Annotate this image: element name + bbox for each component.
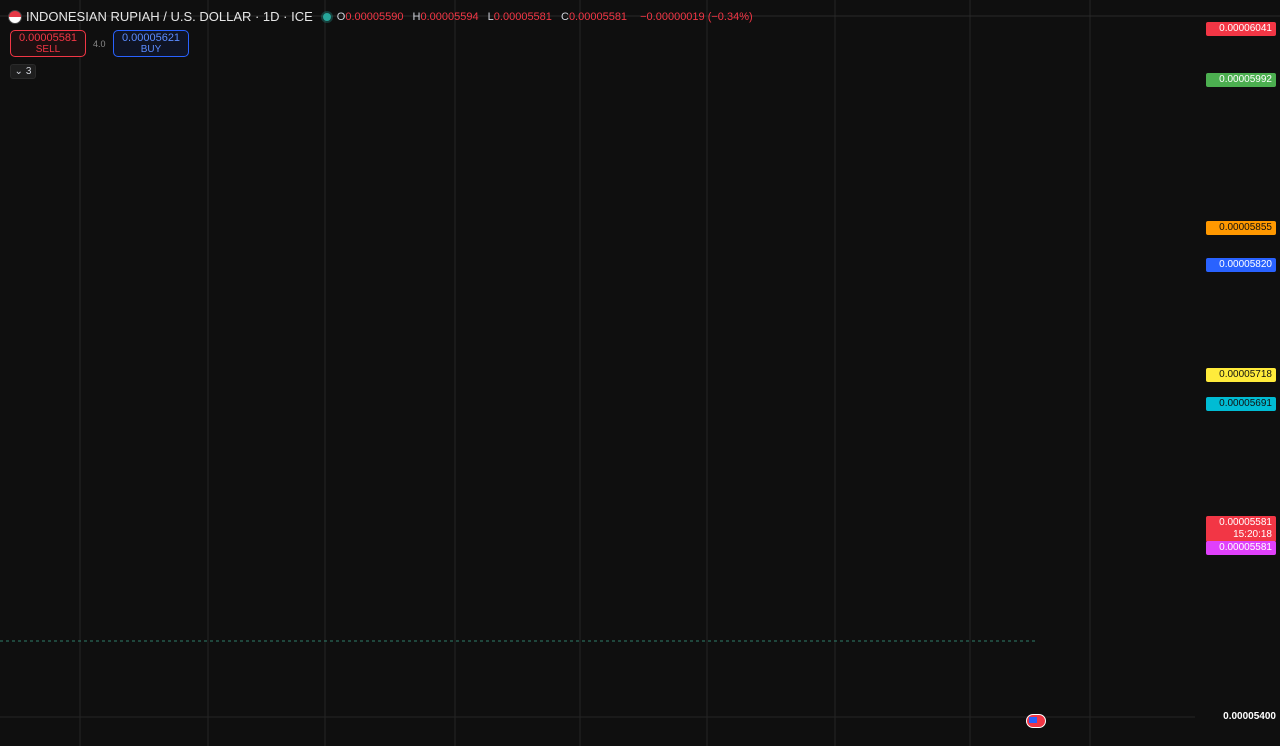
buy-price: 0.00005621 [121,32,181,44]
sell-label: SELL [35,44,61,55]
yellow-band-tag: 0.00005718 [1206,368,1276,382]
price-chart[interactable] [0,0,1280,746]
sell-button[interactable]: 0.00005581 SELL [10,30,86,57]
green-band-tag: 0.00005992 [1206,73,1276,87]
market-open-icon [322,12,331,21]
cyan-band-tag: 0.00005691 [1206,397,1276,411]
chevron-down-icon: ⌄ [14,66,23,77]
symbol-title[interactable]: INDONESIAN RUPIAH / U.S. DOLLAR · 1D · I… [26,9,313,24]
low-label: L [487,10,494,23]
orange-band-tag: 0.00005855 [1206,221,1276,235]
indonesia-flag-icon [8,9,22,24]
chart-header: INDONESIAN RUPIAH / U.S. DOLLAR · 1D · I… [8,9,753,24]
indicators-toggle-button[interactable]: ⌄ 3 [10,64,36,79]
y-tick-label: 0.00005400 [1223,711,1276,722]
red-band-tag: 0.00006041 [1206,22,1276,36]
buy-button[interactable]: 0.00005621 BUY [113,30,189,57]
indicator-count: 3 [25,66,32,77]
close-value: 0.00005581 [568,10,628,23]
buy-label: BUY [140,44,162,55]
change-value: −0.00000019 (−0.34%) [640,10,753,23]
spread-value: 4.0 [93,39,106,49]
current-price: 0.00005581 [1219,517,1272,528]
bar-countdown: 15:20:18 [1233,529,1272,540]
sell-price: 0.00005581 [18,32,78,44]
us-flag-icon[interactable] [1026,714,1046,728]
current-price-tag: 0.00005581 15:20:18 [1206,516,1276,542]
close-label: C [560,10,569,23]
low-value: 0.00005581 [493,10,552,23]
line-tag: 0.00005581 [1206,541,1276,555]
blue-band-tag: 0.00005820 [1206,258,1276,272]
ohlc-readout: O0.00005590 H0.00005594 L0.00005581 C0.0… [337,11,753,23]
open-value: 0.00005590 [345,10,404,23]
high-value: 0.00005594 [420,10,479,23]
